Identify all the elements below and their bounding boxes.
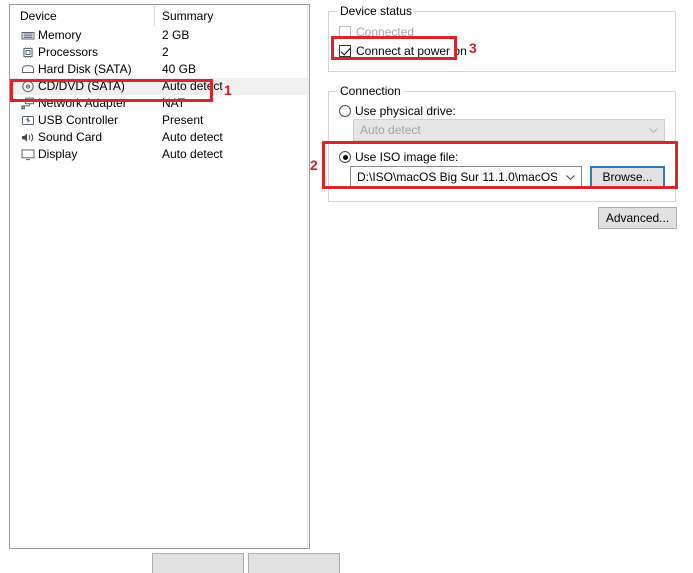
network-adapter-icon	[21, 97, 35, 110]
connection-title: Connection	[337, 85, 404, 97]
use-physical-drive-label[interactable]: Use physical drive:	[355, 104, 456, 118]
column-divider	[154, 6, 155, 26]
device-row-cd-dvd-sata[interactable]: CD/DVD (SATA) Auto detect	[10, 78, 309, 95]
device-row-summary: 2	[162, 45, 169, 59]
device-row-summary: Present	[162, 113, 204, 127]
advanced-button[interactable]: Advanced...	[598, 207, 677, 229]
device-row-label: Hard Disk (SATA)	[38, 62, 132, 76]
device-row-label: USB Controller	[38, 113, 119, 127]
column-header-device[interactable]: Device	[20, 9, 57, 23]
hard-disk-icon	[21, 63, 35, 76]
physical-drive-combobox: Auto detect	[353, 119, 665, 141]
device-row-summary: Auto detect	[162, 79, 223, 93]
annotation-marker-1: 1	[224, 82, 232, 98]
use-iso-image-label[interactable]: Use ISO image file:	[355, 150, 458, 164]
device-row-sound-card[interactable]: Sound Card Auto detect	[10, 129, 309, 146]
device-row-summary: 40 GB	[162, 62, 197, 76]
device-list-panel[interactable]: Device Summary Memory 2 GB Processors 2 Hard…	[9, 4, 310, 549]
connect-at-power-on-checkbox[interactable]	[339, 45, 351, 57]
use-iso-image-radio-row[interactable]: Use ISO image file:	[339, 150, 458, 164]
display-icon	[21, 148, 35, 161]
device-row-label: Memory	[38, 28, 82, 42]
device-row-network-adapter[interactable]: Network Adapter NAT	[10, 95, 309, 112]
chevron-down-icon	[649, 128, 658, 133]
connected-label: Connected	[356, 25, 415, 39]
device-row-summary: Auto detect	[162, 147, 223, 161]
remove-device-button[interactable]	[248, 553, 340, 573]
device-list-header: Device Summary	[10, 5, 309, 27]
device-row-label: Sound Card	[38, 130, 103, 144]
device-row-summary: Auto detect	[162, 130, 223, 144]
memory-icon	[21, 29, 35, 42]
use-physical-drive-radio[interactable]	[339, 105, 351, 117]
browse-button[interactable]: Browse...	[590, 166, 665, 188]
use-physical-drive-radio-row[interactable]: Use physical drive:	[339, 104, 456, 118]
chevron-down-icon[interactable]	[566, 175, 575, 180]
device-row-summary: NAT	[162, 96, 186, 110]
device-status-group: Device status Connected Connect at power…	[328, 5, 676, 72]
add-device-button[interactable]	[152, 553, 244, 573]
connected-checkbox	[339, 26, 351, 38]
device-row-label: CD/DVD (SATA)	[38, 79, 125, 93]
device-row-label: Display	[38, 147, 78, 161]
iso-path-value[interactable]: D:\ISO\macOS Big Sur 11.1.0\macOS Big S	[357, 167, 557, 187]
iso-path-combobox[interactable]: D:\ISO\macOS Big Sur 11.1.0\macOS Big S	[350, 166, 582, 188]
use-iso-image-radio[interactable]	[339, 151, 351, 163]
device-row-summary: 2 GB	[162, 28, 190, 42]
cd-dvd-icon	[21, 80, 35, 93]
device-row-memory[interactable]: Memory 2 GB	[10, 27, 309, 44]
device-status-title: Device status	[337, 5, 416, 17]
connect-at-power-on-label[interactable]: Connect at power on	[356, 44, 467, 58]
device-row-display[interactable]: Display Auto detect	[10, 146, 309, 163]
device-row-label: Network Adapter	[38, 96, 127, 110]
device-list-rows: Memory 2 GB Processors 2 Hard Disk (SATA) 40 …	[10, 27, 309, 163]
device-row-usb-controller[interactable]: USB Controller Present	[10, 112, 309, 129]
connected-checkbox-row: Connected	[339, 25, 414, 39]
device-row-hard-disk-sata[interactable]: Hard Disk (SATA) 40 GB	[10, 61, 309, 78]
physical-drive-value: Auto detect	[360, 123, 421, 137]
column-header-summary[interactable]: Summary	[162, 9, 213, 23]
sound-card-icon	[21, 131, 35, 144]
annotation-marker-3: 3	[469, 40, 477, 56]
connect-at-power-on-row[interactable]: Connect at power on	[339, 44, 467, 58]
processor-icon	[21, 46, 35, 59]
annotation-marker-2: 2	[310, 157, 318, 173]
usb-controller-icon	[21, 114, 35, 127]
device-row-label: Processors	[38, 45, 99, 59]
device-row-processors[interactable]: Processors 2	[10, 44, 309, 61]
